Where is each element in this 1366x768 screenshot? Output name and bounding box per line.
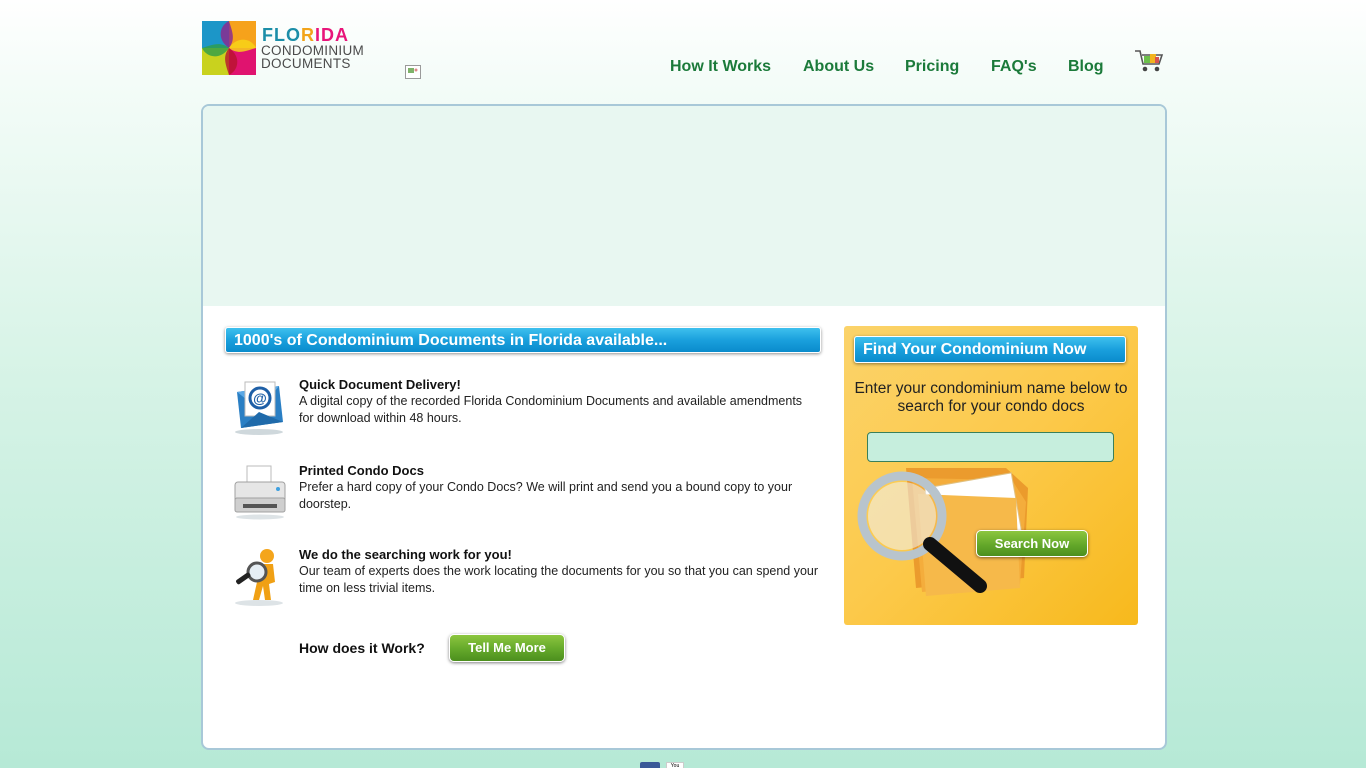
feature-text: Printed Condo Docs Prefer a hard copy of… <box>299 462 819 513</box>
search-person-icon <box>235 549 283 606</box>
email-icon: @ <box>235 381 283 435</box>
search-now-button[interactable]: Search Now <box>976 530 1088 557</box>
youtube-icon[interactable]: You <box>666 762 684 768</box>
shopping-cart-icon[interactable] <box>1134 48 1164 74</box>
svg-text:@: @ <box>253 390 267 406</box>
logo-subtitle: CONDOMINIUM DOCUMENTS <box>261 44 364 71</box>
feature-description: Our team of experts does the work locati… <box>299 564 819 595</box>
feature-description: A digital copy of the recorded Florida C… <box>299 394 803 425</box>
printer-icon <box>234 465 286 520</box>
feature-title: Printed Condo Docs <box>299 463 424 478</box>
how-does-it-work-label: How does it Work? <box>299 640 425 656</box>
logo-word-part: IDA <box>315 25 349 45</box>
nav-pricing[interactable]: Pricing <box>905 58 959 76</box>
nav-how-it-works[interactable]: How It Works <box>670 58 771 76</box>
nav-faqs[interactable]: FAQ's <box>991 58 1037 76</box>
logo-wordmark: FLORIDA <box>262 25 349 45</box>
logo-word-part: R <box>301 25 315 45</box>
facebook-icon[interactable] <box>640 762 660 768</box>
content-panel: 1000's of Condominium Documents in Flori… <box>201 104 1167 750</box>
feature-title: We do the searching work for you! <box>299 547 512 562</box>
logo-flower-icon <box>202 21 256 75</box>
site-logo[interactable]: FLORIDA CONDOMINIUM DOCUMENTS <box>202 21 402 79</box>
main-heading: 1000's of Condominium Documents in Flori… <box>225 327 821 353</box>
condo-search-input[interactable] <box>867 432 1114 462</box>
broken-image-icon <box>405 65 421 79</box>
hero-banner <box>203 106 1165 306</box>
logo-line-documents: DOCUMENTS <box>261 56 351 71</box>
nav-about-us[interactable]: About Us <box>803 58 874 76</box>
feature-text: Quick Document Delivery! A digital copy … <box>299 376 819 427</box>
feature-title: Quick Document Delivery! <box>299 377 461 392</box>
condo-search-box: Find Your Condominium Now Enter your con… <box>844 326 1138 625</box>
search-heading: Find Your Condominium Now <box>854 336 1126 363</box>
search-description: Enter your condominium name below to sea… <box>854 380 1128 415</box>
feature-text: We do the searching work for you! Our te… <box>299 546 819 597</box>
nav-blog[interactable]: Blog <box>1068 58 1104 76</box>
feature-description: Prefer a hard copy of your Condo Docs? W… <box>299 480 793 511</box>
logo-word-part: FLO <box>262 25 301 45</box>
tell-me-more-button[interactable]: Tell Me More <box>449 634 565 662</box>
